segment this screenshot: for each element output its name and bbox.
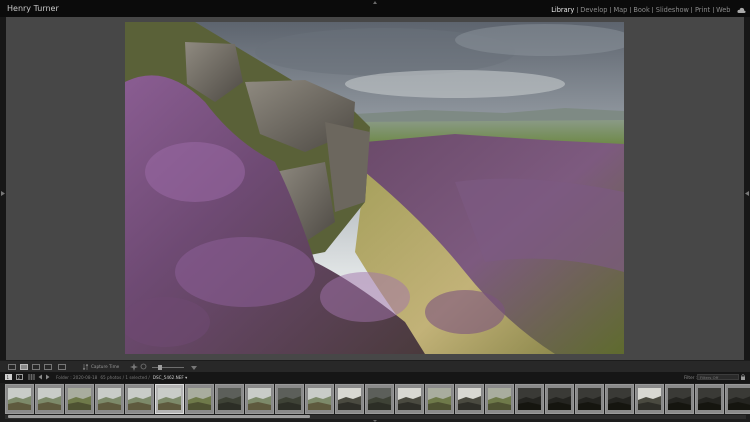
module-print[interactable]: Print	[692, 6, 712, 15]
thumbnail-image	[248, 388, 271, 410]
grid-icon[interactable]	[28, 374, 35, 380]
main-photo[interactable]	[125, 22, 624, 354]
filmstrip-source[interactable]: Folder : 2020-08-18 65 photos / 1 select…	[56, 375, 187, 380]
module-develop[interactable]: Develop	[578, 6, 610, 15]
identity-bar: Henry Turner Library Develop Map Book Sl…	[0, 0, 750, 17]
toolbar-menu-icon[interactable]	[190, 363, 198, 371]
filmstrip-thumbnail[interactable]	[365, 384, 394, 414]
lock-icon[interactable]	[741, 374, 745, 380]
filmstrip-thumbnail[interactable]	[605, 384, 634, 414]
filmstrip-thumbnail[interactable]	[455, 384, 484, 414]
filmstrip-thumbnail[interactable]	[695, 384, 724, 414]
zoom-icon[interactable]	[140, 363, 148, 371]
thumbnail-image	[668, 388, 691, 410]
thumbnail-image	[488, 388, 511, 410]
sort-order-value[interactable]: Capture Time	[91, 364, 119, 369]
survey-view-icon[interactable]	[44, 364, 52, 370]
thumbnail-image	[98, 388, 121, 410]
filmstrip-thumbnail[interactable]	[35, 384, 64, 414]
thumbnail-image	[458, 388, 481, 410]
filmstrip-thumbnail[interactable]	[515, 384, 544, 414]
thumbnail-image	[68, 388, 91, 410]
thumbnail-image	[218, 388, 241, 410]
second-window-icon[interactable]: 2	[16, 374, 23, 380]
module-slideshow[interactable]: Slideshow	[653, 6, 691, 15]
expand-left-panel-icon[interactable]	[1, 191, 5, 196]
thumbnail-image	[188, 388, 211, 410]
filmstrip-thumbnail[interactable]	[305, 384, 334, 414]
painter-icon[interactable]	[130, 363, 138, 371]
filmstrip-header: 1 2 Folder : 2020-08-18 65 photos / 1 se…	[0, 372, 750, 383]
filter-label: Filter :	[684, 375, 698, 380]
filmstrip	[0, 383, 750, 422]
thumbnail-image	[278, 388, 301, 410]
collapse-top-icon[interactable]	[373, 1, 377, 4]
module-web[interactable]: Web	[714, 6, 733, 15]
module-picker: Library Develop Map Book Slideshow Print…	[549, 5, 746, 15]
thumbnail-image	[728, 388, 750, 410]
left-panel-collapsed[interactable]	[0, 17, 6, 360]
filter-dropdown[interactable]: Filters Off	[697, 374, 739, 380]
thumbnail-image	[518, 388, 541, 410]
filmstrip-thumbnail[interactable]	[155, 384, 184, 414]
thumbnail-image	[368, 388, 391, 410]
people-view-icon[interactable]	[58, 364, 66, 370]
grid-view-icon[interactable]	[8, 364, 16, 370]
library-toolbar: Capture Time	[0, 360, 750, 372]
thumbnail-image	[8, 388, 31, 410]
filmstrip-thumbnail[interactable]	[485, 384, 514, 414]
thumbnail-image	[578, 388, 601, 410]
filmstrip-thumbnail[interactable]	[125, 384, 154, 414]
thumbnail-image	[698, 388, 721, 410]
thumbnail-image	[308, 388, 331, 410]
module-map[interactable]: Map	[611, 6, 630, 15]
filmstrip-thumbnail[interactable]	[65, 384, 94, 414]
filmstrip-thumbnail[interactable]	[635, 384, 664, 414]
thumbnail-image	[428, 388, 451, 410]
filmstrip-scrollbar-thumb[interactable]	[8, 415, 310, 418]
thumbnail-size-slider-thumb[interactable]	[158, 365, 162, 370]
thumbnail-image	[608, 388, 631, 410]
filmstrip-thumbnail[interactable]	[95, 384, 124, 414]
expand-right-panel-icon[interactable]	[745, 191, 749, 196]
svg-text:2: 2	[18, 375, 21, 380]
forward-arrow-icon[interactable]	[44, 374, 51, 380]
filmstrip-thumbnail[interactable]	[425, 384, 454, 414]
module-book[interactable]: Book	[631, 6, 652, 15]
photo-count: 65 photos / 1 selected /	[100, 375, 150, 380]
filmstrip-thumbnail[interactable]	[245, 384, 274, 414]
sort-direction-icon[interactable]	[83, 364, 88, 370]
filmstrip-thumbnail[interactable]	[5, 384, 34, 414]
loupe-view	[0, 17, 750, 360]
thumbnail-size-slider[interactable]	[152, 367, 184, 368]
thumbnail-image	[158, 388, 181, 410]
thumbnail-image	[128, 388, 151, 410]
filmstrip-thumbnail[interactable]	[395, 384, 424, 414]
module-library[interactable]: Library	[549, 6, 577, 15]
filmstrip-thumbnail[interactable]	[575, 384, 604, 414]
thumbnail-image	[638, 388, 661, 410]
right-panel-collapsed[interactable]	[744, 17, 750, 360]
loupe-view-icon[interactable]	[20, 364, 28, 370]
filmstrip-thumbnail[interactable]	[725, 384, 750, 414]
filmstrip-thumbnail[interactable]	[215, 384, 244, 414]
compare-view-icon[interactable]	[32, 364, 40, 370]
cloud-sync-icon[interactable]	[737, 7, 746, 13]
back-arrow-icon[interactable]	[37, 374, 44, 380]
thumbnail-image	[38, 388, 61, 410]
folder-label: Folder : 2020-08-18	[56, 375, 98, 380]
main-window-icon[interactable]: 1	[5, 374, 12, 380]
thumbnail-image	[338, 388, 361, 410]
filmstrip-thumbnail[interactable]	[275, 384, 304, 414]
identity-plate[interactable]: Henry Turner	[7, 4, 59, 13]
filmstrip-scrollbar[interactable]	[5, 415, 746, 419]
filmstrip-thumbnail[interactable]	[665, 384, 694, 414]
filmstrip-thumbnail[interactable]	[335, 384, 364, 414]
selected-file-name[interactable]: DSC_5462.NEF ▾	[153, 375, 188, 380]
thumbnail-image	[398, 388, 421, 410]
filmstrip-thumbnail[interactable]	[185, 384, 214, 414]
filmstrip-thumbnail[interactable]	[545, 384, 574, 414]
thumbnail-image	[548, 388, 571, 410]
